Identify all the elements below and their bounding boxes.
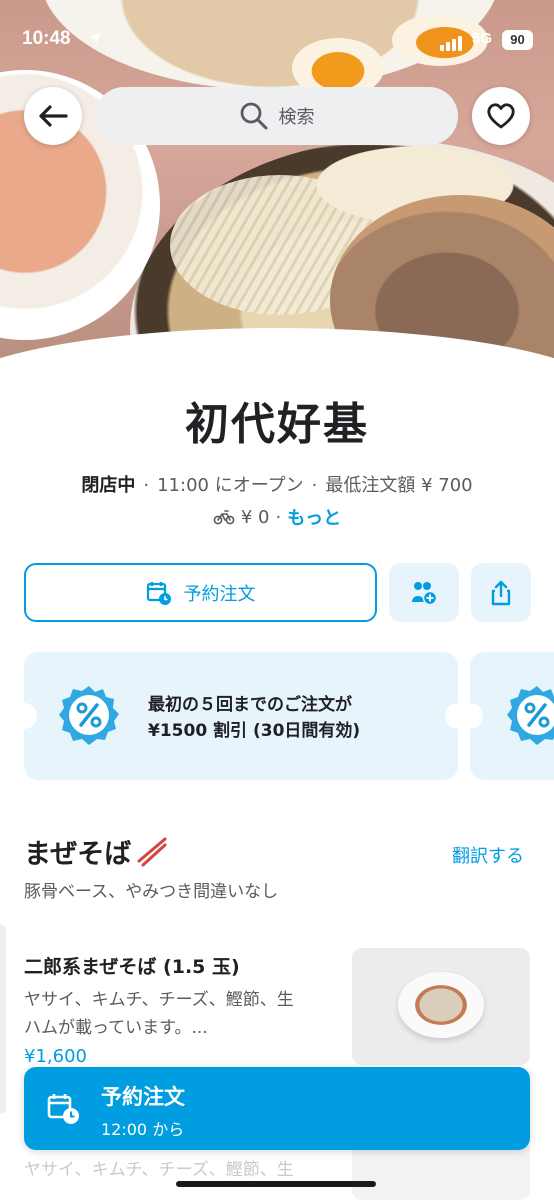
status-time: 10:48 <box>22 28 71 49</box>
restaurant-info: 閉店中 · 11:00 にオープン · 最低注文額 ¥ 700 <box>81 475 473 496</box>
more-info-link[interactable]: もっと <box>287 504 341 530</box>
favorite-button[interactable] <box>472 87 530 145</box>
menu-item-name[interactable]: 二郎系まぜそば (1.5 玉) <box>24 952 240 979</box>
cta-subtitle: 12:00 から <box>101 1120 185 1139</box>
menu-item-description: ヤサイ、キムチ、チーズ、鰹節、生 <box>24 1160 294 1180</box>
bicycle-icon <box>213 510 235 525</box>
status-bar: 10:48 5G 90 <box>0 0 554 82</box>
promo-line-1: 最初の５回までのご注文が <box>148 695 352 715</box>
delivery-info: ¥ 0 · もっと <box>0 504 554 530</box>
translate-link[interactable]: 翻訳する <box>452 842 524 868</box>
section-title-text: まぜそば <box>24 839 132 870</box>
promo-card[interactable]: 最初の５回までのご注文が ¥1500 割引 (30日間有効) <box>24 652 458 780</box>
back-button[interactable] <box>24 87 82 145</box>
restaurant-name: 初代好基 <box>185 399 369 450</box>
calendar-clock-icon <box>146 581 171 605</box>
battery-icon: 90 <box>502 30 533 50</box>
schedule-order-label: 予約注文 <box>183 583 256 605</box>
menu-item-desc-line: ハムが載っています。... <box>24 1018 208 1038</box>
delivery-fee: ¥ 0 <box>240 506 270 528</box>
promo-card[interactable] <box>470 652 554 780</box>
mazesoba-plate <box>398 972 484 1038</box>
section-title: まぜそば <box>24 832 167 871</box>
cta-title: 予約注文 <box>101 1085 185 1109</box>
chopsticks-icon <box>137 837 167 866</box>
side-card-edge <box>0 924 6 1114</box>
minimum-order: 最低注文額 ¥ 700 <box>325 475 473 496</box>
add-group-icon <box>412 581 438 605</box>
search-icon <box>240 102 267 130</box>
schedule-order-button[interactable]: 予約注文 <box>24 563 377 622</box>
ticket-notch <box>24 703 37 729</box>
arrow-left-icon <box>39 105 68 127</box>
open-status: 閉店中 <box>81 475 136 496</box>
discount-badge-icon <box>507 686 554 745</box>
search-input[interactable]: 検索 <box>95 87 458 145</box>
signal-icon <box>440 32 464 51</box>
group-order-button[interactable] <box>389 563 459 622</box>
discount-badge-icon <box>59 686 119 745</box>
heart-icon <box>487 103 515 129</box>
location-arrow-icon <box>89 32 101 44</box>
menu-item-desc-line: ヤサイ、キムチ、チーズ、鰹節、生 <box>24 990 294 1010</box>
ticket-notch <box>445 703 458 729</box>
schedule-order-cta[interactable]: 予約注文 12:00 から <box>24 1067 530 1150</box>
promo-text: 最初の５回までのご注文が ¥1500 割引 (30日間有効) <box>148 692 360 744</box>
share-icon <box>491 580 511 605</box>
network-type: 5G <box>472 30 493 47</box>
promo-line-2: ¥1500 割引 (30日間有効) <box>148 721 361 741</box>
ticket-notch <box>470 703 483 729</box>
menu-item-image[interactable] <box>352 948 530 1065</box>
calendar-clock-icon <box>47 1094 79 1124</box>
home-indicator[interactable] <box>176 1181 376 1187</box>
opening-time: 11:00 にオープン <box>157 475 304 496</box>
search-placeholder: 検索 <box>278 107 315 128</box>
share-button[interactable] <box>471 563 531 622</box>
menu-item-price: ¥1,600 <box>24 1046 87 1067</box>
section-subtitle: 豚骨ベース、やみつき間違いなし <box>24 882 279 902</box>
menu-item-description: ヤサイ、キムチ、チーズ、鰹節、生 ハムが載っています。... <box>24 986 344 1042</box>
